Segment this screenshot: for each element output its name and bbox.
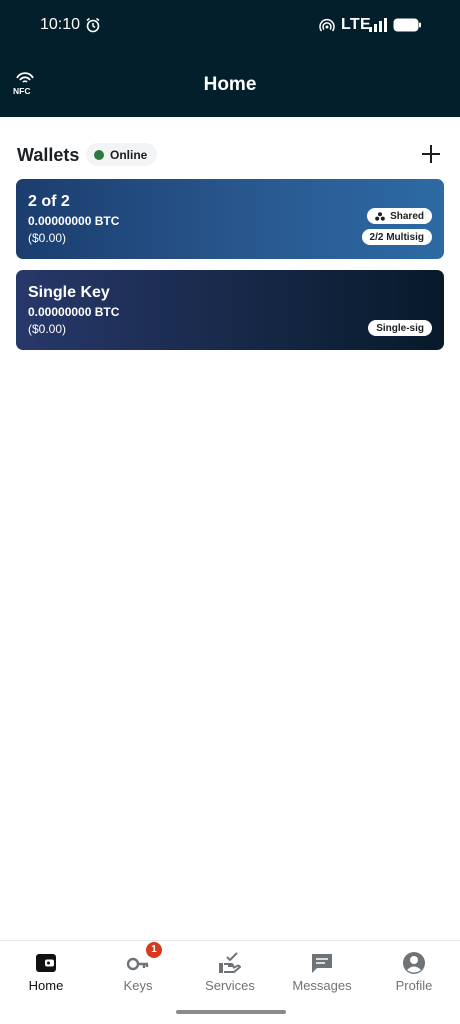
keys-notification-badge: 1	[146, 942, 162, 958]
profile-icon	[403, 952, 425, 974]
wallets-header: Wallets Online	[0, 140, 460, 170]
page-title: Home	[203, 74, 257, 95]
wallet-name: Single Key	[28, 284, 110, 301]
message-icon	[312, 954, 332, 973]
services-hand-icon	[219, 952, 242, 973]
single-sig-chip: Single-sig	[368, 320, 432, 336]
nav-profile[interactable]: Profile	[368, 941, 460, 1001]
nav-services-label: Services	[205, 978, 255, 993]
wallets-title: Wallets	[17, 145, 80, 165]
multisig-chip: 2/2 Multisig	[361, 229, 432, 245]
nav-profile-label: Profile	[395, 978, 433, 993]
network-type: LTE	[341, 16, 371, 33]
status-bar: 10:10 LTE	[0, 0, 460, 50]
wallet-fiat-balance: ($0.00)	[28, 322, 67, 336]
shared-chip-label: Shared	[390, 210, 424, 222]
alarm-icon	[86, 17, 100, 33]
online-dot-icon	[94, 149, 104, 160]
shared-group-icon	[375, 211, 385, 221]
wallet-btc-balance: 0.00000000 BTC	[28, 305, 120, 319]
nav-keys[interactable]: 1 Keys	[92, 941, 184, 1001]
online-status-badge: Online	[86, 143, 158, 166]
battery-icon	[393, 18, 421, 32]
key-icon	[126, 957, 149, 971]
nav-keys-label: Keys	[123, 978, 153, 993]
wallet-name: 2 of 2	[28, 193, 70, 210]
home-indicator[interactable]	[176, 1010, 286, 1014]
wallet-btc-balance: 0.00000000 BTC	[28, 214, 120, 228]
wallet-icon	[36, 954, 56, 972]
top-bar: 10:10 LTE NFC Home	[0, 0, 460, 117]
wallet-card-single-key[interactable]: Single Key 0.00000000 BTC ($0.00) Single…	[16, 270, 444, 350]
nav-home-label: Home	[28, 978, 64, 993]
nav-messages[interactable]: Messages	[276, 941, 368, 1001]
wallet-fiat-balance: ($0.00)	[28, 231, 67, 245]
status-time: 10:10	[40, 16, 81, 33]
shared-chip: Shared	[367, 208, 432, 224]
add-wallet-button[interactable]	[418, 141, 444, 167]
nav-messages-label: Messages	[292, 978, 352, 993]
app-header: NFC Home	[0, 50, 460, 117]
signal-icon	[369, 18, 387, 32]
hotspot-icon	[319, 18, 335, 32]
app-screen: 10:10 LTE NFC Home Wallets Online 2 of 2…	[0, 0, 460, 1024]
online-status-text: Online	[110, 147, 148, 162]
nav-services[interactable]: Services	[184, 941, 276, 1001]
nav-home[interactable]: Home	[0, 941, 92, 1001]
wallet-card-2of2[interactable]: 2 of 2 0.00000000 BTC ($0.00) Shared 2/2…	[16, 179, 444, 259]
